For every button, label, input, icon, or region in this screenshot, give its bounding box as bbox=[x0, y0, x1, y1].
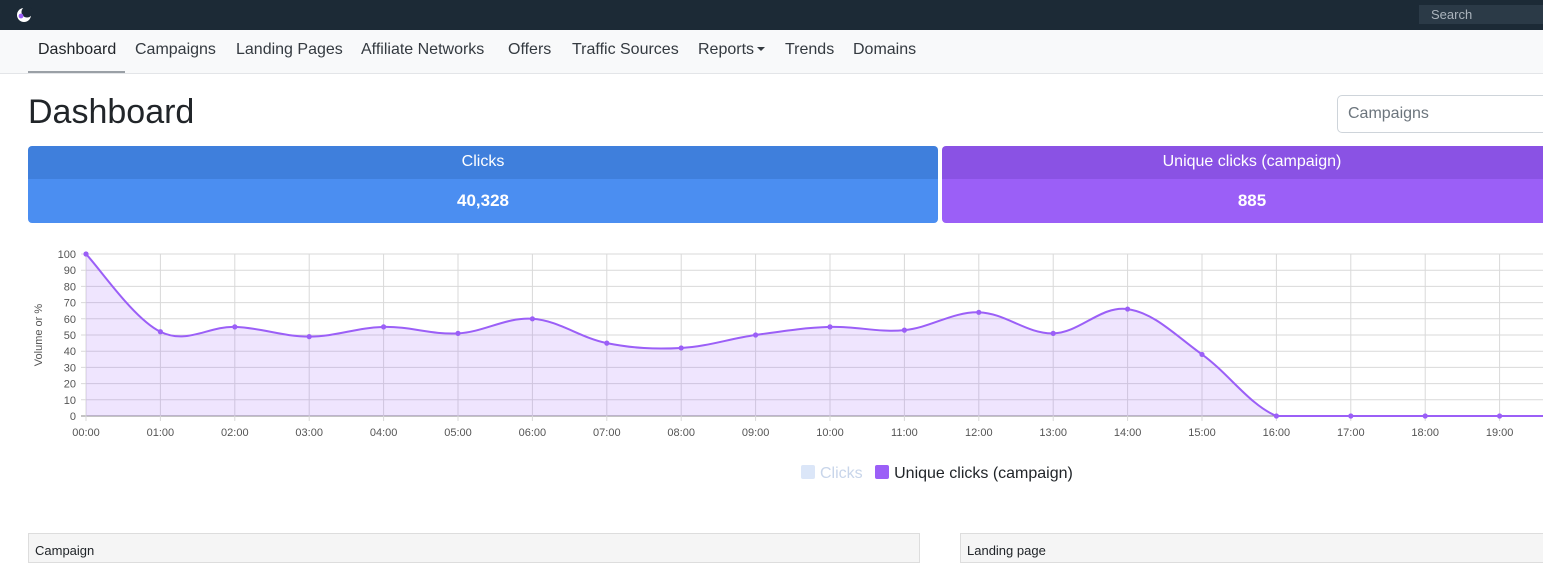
y-tick-label: 30 bbox=[64, 362, 76, 374]
data-point bbox=[306, 334, 312, 340]
x-tick-label: 03:00 bbox=[295, 427, 323, 439]
nav-traffic-sources[interactable]: Traffic Sources bbox=[572, 41, 679, 59]
x-tick-label: 06:00 bbox=[519, 427, 547, 439]
clicks-chart: 0 10 20 30 40 50 60 70 80 90 100 00:00 01:00 02:00 03:… bbox=[28, 238, 1543, 468]
legend-clicks-label: Clicks bbox=[820, 465, 863, 482]
y-axis-label: Volume or % bbox=[33, 304, 45, 367]
x-tick-label: 17:00 bbox=[1337, 427, 1365, 439]
top-bar bbox=[0, 0, 1543, 30]
x-tick-label: 07:00 bbox=[593, 427, 621, 439]
legend-clicks[interactable]: Clicks bbox=[801, 465, 863, 483]
search-input[interactable] bbox=[1419, 5, 1543, 24]
data-point bbox=[232, 324, 238, 330]
nav-trends[interactable]: Trends bbox=[785, 41, 834, 59]
data-point bbox=[604, 340, 610, 346]
unique-clicks-card: Unique clicks (campaign) 885 bbox=[942, 146, 1543, 223]
landing-page-panel-header: Landing page bbox=[960, 533, 1543, 563]
nav-offers[interactable]: Offers bbox=[508, 41, 551, 59]
y-tick-label: 0 bbox=[70, 411, 76, 423]
nav-campaigns[interactable]: Campaigns bbox=[135, 41, 216, 59]
nav-landing-pages[interactable]: Landing Pages bbox=[236, 41, 343, 59]
data-point bbox=[976, 309, 982, 315]
x-tick-label: 09:00 bbox=[742, 427, 770, 439]
caret-down-icon bbox=[757, 46, 766, 51]
legend-unique-clicks[interactable]: Unique clicks (campaign) bbox=[875, 465, 1073, 483]
data-point bbox=[1199, 351, 1205, 358]
unique-clicks-card-value: 885 bbox=[942, 179, 1543, 223]
x-tick-label: 12:00 bbox=[965, 427, 993, 439]
data-point bbox=[1422, 413, 1428, 419]
x-tick-label: 11:00 bbox=[891, 427, 918, 439]
legend-clicks-swatch bbox=[801, 465, 815, 479]
y-tick-label: 70 bbox=[64, 298, 76, 310]
y-tick-label: 50 bbox=[64, 330, 76, 342]
chart-legend: Clicks Unique clicks (campaign) bbox=[801, 465, 1081, 483]
data-point bbox=[83, 251, 89, 257]
y-tick-label: 10 bbox=[64, 395, 76, 407]
nav-domains[interactable]: Domains bbox=[853, 41, 916, 59]
nav-reports-label: Reports bbox=[698, 41, 755, 58]
y-tick-label: 90 bbox=[64, 265, 76, 277]
legend-unique-label: Unique clicks (campaign) bbox=[894, 465, 1073, 482]
page-title: Dashboard bbox=[28, 93, 195, 131]
data-point bbox=[753, 332, 759, 338]
y-tick-label: 80 bbox=[64, 281, 76, 293]
x-tick-label: 15:00 bbox=[1188, 427, 1216, 439]
x-tick-label: 16:00 bbox=[1263, 427, 1291, 439]
x-tick-label: 13:00 bbox=[1039, 427, 1067, 439]
legend-unique-swatch bbox=[875, 465, 890, 479]
unique-clicks-card-label: Unique clicks (campaign) bbox=[942, 146, 1543, 179]
y-tick-label: 60 bbox=[64, 314, 76, 326]
active-tab-indicator bbox=[28, 71, 125, 73]
y-tick-label: 20 bbox=[64, 379, 76, 391]
x-tick-label: 01:00 bbox=[147, 427, 175, 439]
nav-affiliate-networks[interactable]: Affiliate Networks bbox=[361, 41, 484, 59]
data-point bbox=[455, 330, 461, 336]
y-tick-label: 100 bbox=[58, 249, 76, 261]
nav-dashboard[interactable]: Dashboard bbox=[38, 41, 116, 59]
campaign-panel-header: Campaign bbox=[28, 533, 920, 563]
moon-logo-icon[interactable] bbox=[14, 5, 34, 25]
main-nav: Dashboard Campaigns Landing Pages Affili… bbox=[0, 30, 1543, 74]
x-tick-label: 08:00 bbox=[667, 427, 695, 439]
x-tick-label: 05:00 bbox=[444, 427, 472, 439]
x-tick-label: 00:00 bbox=[72, 427, 100, 439]
x-tick-label: 19:00 bbox=[1486, 427, 1514, 439]
nav-reports[interactable]: Reports bbox=[698, 41, 766, 59]
data-point bbox=[1273, 413, 1279, 419]
chart-svg: 0 10 20 30 40 50 60 70 80 90 100 00:00 01:00 02:00 03:… bbox=[33, 249, 1543, 439]
y-tick-label: 40 bbox=[64, 346, 76, 358]
x-tick-label: 18:00 bbox=[1411, 427, 1439, 439]
x-tick-label: 14:00 bbox=[1114, 427, 1142, 439]
data-point bbox=[1125, 306, 1131, 312]
data-point bbox=[157, 329, 163, 335]
data-point bbox=[381, 324, 387, 330]
clicks-card-label: Clicks bbox=[28, 146, 938, 179]
x-tick-label: 02:00 bbox=[221, 427, 249, 439]
data-point bbox=[678, 345, 684, 351]
campaign-select[interactable]: Campaigns bbox=[1337, 95, 1543, 133]
data-point bbox=[901, 327, 908, 333]
x-tick-label: 10:00 bbox=[816, 427, 844, 439]
data-point bbox=[1348, 413, 1354, 419]
x-tick-label: 04:00 bbox=[370, 427, 398, 439]
data-point bbox=[529, 316, 535, 322]
clicks-card-value: 40,328 bbox=[28, 179, 938, 223]
data-point bbox=[827, 324, 833, 330]
data-point bbox=[1497, 413, 1503, 419]
clicks-card: Clicks 40,328 bbox=[28, 146, 938, 223]
data-point bbox=[1050, 330, 1056, 336]
